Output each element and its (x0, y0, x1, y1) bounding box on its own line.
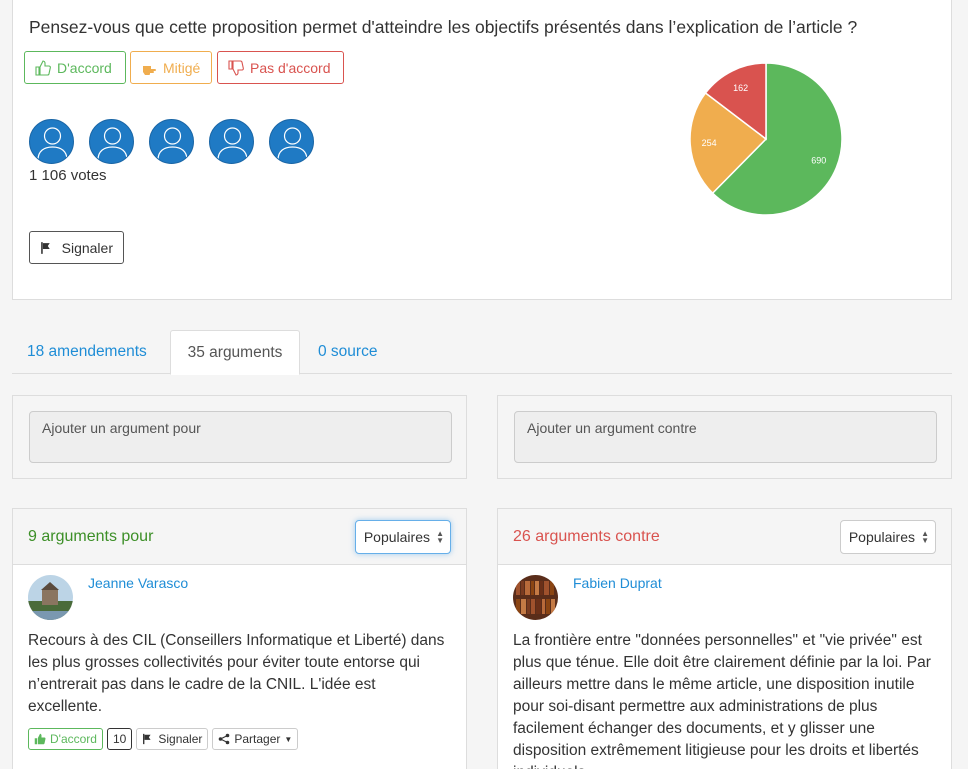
avatar[interactable] (209, 119, 254, 164)
pie-label-1: 254 (702, 138, 717, 148)
argument-report-button[interactable]: Signaler (136, 728, 209, 750)
author-avatar[interactable] (513, 575, 558, 620)
avatar[interactable] (89, 119, 134, 164)
mixed-button[interactable]: Mitigé (130, 51, 212, 84)
user-silhouette-icon (37, 127, 68, 161)
flag-icon (41, 241, 50, 254)
vote-panel: Pensez-vous que cette proposition permet… (12, 0, 952, 300)
pie-label-0: 690 (811, 156, 826, 166)
select-caret-icon: ▲ ▼ (921, 529, 929, 545)
user-silhouette-icon (97, 127, 128, 161)
agree-button[interactable]: D'accord (24, 51, 126, 84)
arguments-con-header: 26 arguments contre Populaires ▲ ▼ (498, 509, 951, 565)
add-argument-pro-panel: Ajouter un argument pour (12, 395, 467, 479)
argument-agree-button[interactable]: D'accord (28, 728, 103, 750)
argument-text: La frontière entre "données personnelles… (513, 632, 931, 769)
user-silhouette-icon (157, 127, 188, 161)
arguments-pro-header: 9 arguments pour Populaires ▲ ▼ (13, 509, 466, 565)
argument-agree-label: D'accord (50, 732, 97, 746)
argument-share-button[interactable]: Partager ▼ (212, 728, 299, 750)
caret-down-icon: ▼ (284, 734, 293, 744)
arguments-pro-title: 9 arguments pour (28, 528, 154, 545)
hand-icon (143, 65, 156, 75)
agree-count-badge: 10 (106, 728, 133, 750)
user-silhouette-icon (217, 127, 248, 161)
select-caret-icon: ▲ ▼ (436, 529, 444, 545)
add-argument-pro-input[interactable]: Ajouter un argument pour (29, 411, 452, 463)
thumbs-up-icon (34, 733, 46, 745)
author-name[interactable]: Jeanne Varasco (88, 575, 188, 591)
add-argument-con-panel: Ajouter un argument contre (497, 395, 952, 479)
argument-text: Recours à des CIL (Conseillers Informati… (28, 632, 445, 715)
avatar[interactable] (269, 119, 314, 164)
author-avatar[interactable] (28, 575, 73, 620)
user-silhouette-icon (277, 127, 308, 161)
author-name[interactable]: Fabien Duprat (573, 575, 662, 591)
thumbs-down-icon (228, 59, 244, 76)
sort-con-select[interactable]: Populaires ▲ ▼ (839, 520, 936, 554)
arguments-con-column: 26 arguments contre Populaires ▲ ▼ Fabien… (497, 508, 952, 769)
tab-amendements[interactable]: 18 amendements (12, 330, 162, 374)
arguments-pro-column: 9 arguments pour Populaires ▲ ▼ Jeanne Va… (12, 508, 467, 769)
argument-share-label: Partager (234, 732, 281, 746)
sort-con-value: Populaires (848, 529, 915, 545)
mixed-label: Mitigé (163, 59, 201, 76)
add-argument-con-input[interactable]: Ajouter un argument contre (514, 411, 937, 463)
sort-pro-select[interactable]: Populaires ▲ ▼ (354, 520, 451, 554)
flag-icon (143, 733, 151, 745)
report-button[interactable]: Signaler (29, 231, 124, 264)
argument-actions: D'accord 10 Signaler Partager ▼ (28, 728, 299, 750)
tab-arguments[interactable]: 35 arguments (170, 330, 300, 375)
thumbs-up-icon (35, 59, 51, 76)
arguments-con-title: 26 arguments contre (513, 528, 660, 545)
bookshelf-photo-icon (513, 575, 558, 620)
sort-pro-value: Populaires (363, 529, 430, 545)
disagree-label: Pas d'accord (250, 59, 331, 76)
agree-label: D'accord (57, 59, 112, 76)
share-icon (219, 733, 230, 745)
argument-report-label: Signaler (158, 732, 203, 746)
avatar[interactable] (149, 119, 194, 164)
disagree-button[interactable]: Pas d'accord (217, 51, 344, 84)
votes-pie-chart: 690 254 162 (689, 62, 843, 216)
voter-avatars (29, 119, 314, 164)
vote-question: Pensez-vous que cette proposition permet… (29, 17, 858, 37)
tabs-bar: 18 amendements 35 arguments 0 source (12, 330, 952, 375)
landscape-photo-icon (28, 575, 73, 620)
tab-sources[interactable]: 0 source (303, 330, 392, 374)
report-label: Signaler (61, 239, 113, 256)
votes-count: 1 106 votes (29, 167, 107, 184)
avatar[interactable] (29, 119, 74, 164)
pie-label-2: 162 (733, 83, 748, 93)
